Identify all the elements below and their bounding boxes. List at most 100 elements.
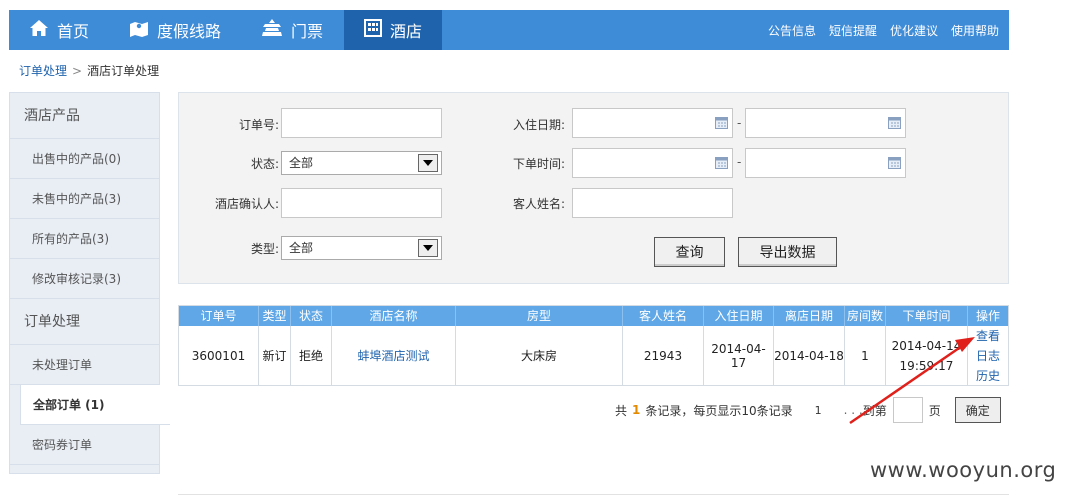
record-count: 1	[632, 403, 641, 417]
column-header: 房型	[456, 306, 623, 326]
calendar-icon[interactable]	[715, 157, 728, 169]
column-header: 订单号	[179, 306, 259, 326]
nav-item-label: 度假线路	[157, 22, 222, 41]
orders-table: 订单号 类型 状态 酒店名称 房型 客人姓名 入住日期 离店日期 房间数 下单时…	[178, 305, 1009, 386]
status-select[interactable]: 全部	[281, 151, 442, 175]
watermark: www.wooyun.org	[870, 458, 1057, 482]
sidebar-item-all-products[interactable]: 所有的产品(3)	[10, 219, 159, 259]
pagination: 共 1 条记录，每页显示10条记录 1 . . . 到第 页 确定	[615, 397, 1001, 423]
status-label: 状态:	[250, 157, 279, 171]
search-panel: 订单号: 状态: 全部 酒店确认人: 类型: 全部 入住日期: - 下单时间: …	[178, 92, 1009, 284]
home-icon	[29, 19, 49, 41]
column-header: 状态	[291, 306, 332, 326]
nav-item-hotel[interactable]: 酒店	[344, 10, 442, 50]
temple-icon	[261, 19, 283, 41]
goto-label: 到第	[862, 403, 887, 418]
column-header: 入住日期	[704, 306, 774, 326]
page-number-link[interactable]: 1	[815, 404, 822, 417]
calendar-icon[interactable]	[888, 157, 901, 169]
checkin-label: 入住日期:	[512, 118, 565, 132]
calendar-icon[interactable]	[888, 117, 901, 129]
checkin-start-input[interactable]	[572, 108, 733, 138]
link-announcements[interactable]: 公告信息	[768, 22, 816, 39]
guest-name-label: 客人姓名:	[512, 197, 565, 211]
column-header: 房间数	[845, 306, 886, 326]
divider	[178, 494, 1009, 495]
sidebar: 酒店产品 出售中的产品(0) 未售中的产品(3) 所有的产品(3) 修改审核记录…	[9, 92, 170, 474]
hotel-icon	[363, 19, 382, 41]
sidebar-section-order-processing: 订单处理	[10, 299, 159, 345]
cell-type: 新订	[259, 326, 291, 385]
guest-name-input[interactable]	[572, 188, 733, 218]
order-time-start-input[interactable]	[572, 148, 733, 178]
date-range-dash: -	[737, 155, 742, 169]
date-range-dash: -	[737, 116, 742, 130]
type-select[interactable]: 全部	[281, 236, 442, 260]
column-header: 离店日期	[774, 306, 845, 326]
order-no-input[interactable]	[281, 108, 442, 138]
top-nav-bar: 首页 度假线路 门票 酒店 公告信息 短信提醒 优化建议 使用帮助	[9, 10, 1009, 50]
sidebar-item-voucher-orders[interactable]: 密码券订单	[10, 425, 159, 465]
page-unit: 页	[928, 403, 941, 418]
link-suggestions[interactable]: 优化建议	[890, 22, 938, 39]
type-label: 类型:	[250, 242, 279, 256]
goto-confirm-button[interactable]: 确定	[954, 397, 1001, 423]
cell-order-no: 3600101	[179, 326, 259, 385]
cell-checkin: 2014-04-17	[704, 326, 774, 385]
cell-rooms: 1	[845, 326, 886, 385]
export-button[interactable]: 导出数据	[738, 237, 837, 267]
column-header: 下单时间	[886, 306, 968, 326]
order-time-date: 2014-04-14	[891, 338, 962, 353]
order-no-label: 订单号:	[238, 118, 279, 132]
link-sms-reminder[interactable]: 短信提醒	[829, 22, 877, 39]
cell-checkout: 2014-04-18	[774, 326, 845, 385]
pager-suffix: 条记录，每页显示10条记录	[645, 403, 793, 418]
chevron-down-icon	[418, 239, 438, 257]
checkin-end-input[interactable]	[745, 108, 906, 138]
pager-prefix: 共	[615, 403, 628, 418]
nav-item-label: 首页	[57, 22, 90, 41]
table-header: 订单号 类型 状态 酒店名称 房型 客人姓名 入住日期 离店日期 房间数 下单时…	[179, 306, 1008, 326]
column-header: 酒店名称	[332, 306, 456, 326]
sidebar-item-audit-records[interactable]: 修改审核记录(3)	[10, 259, 159, 299]
order-time-end-input[interactable]	[745, 148, 906, 178]
top-links: 公告信息 短信提醒 优化建议 使用帮助	[755, 10, 999, 50]
sidebar-item-all-orders[interactable]: 全部订单 (1)	[20, 385, 170, 425]
column-header: 类型	[259, 306, 291, 326]
hotel-name-link[interactable]: 蚌埠酒店测试	[357, 347, 429, 364]
order-time-time: 19:59:17	[899, 358, 954, 373]
sidebar-item-unprocessed-orders[interactable]: 未处理订单	[10, 345, 159, 385]
status-select-value: 全部	[289, 156, 314, 170]
chevron-down-icon	[418, 154, 438, 172]
column-header: 客人姓名	[623, 306, 704, 326]
nav-item-home[interactable]: 首页	[29, 10, 119, 50]
cell-guest-name: 21943	[623, 326, 704, 385]
cell-room-type: 大床房	[456, 326, 623, 385]
nav-item-tickets[interactable]: 门票	[261, 10, 341, 50]
nav-item-vacation-routes[interactable]: 度假线路	[129, 10, 259, 50]
type-select-value: 全部	[289, 241, 314, 255]
history-link[interactable]: 历史	[976, 366, 1000, 386]
confirmer-label: 酒店确认人:	[214, 197, 279, 211]
breadcrumb: 订单处理 > 酒店订单处理	[19, 62, 159, 79]
calendar-icon[interactable]	[715, 117, 728, 129]
confirmer-input[interactable]	[281, 188, 442, 218]
goto-page-input[interactable]	[892, 397, 923, 423]
link-help[interactable]: 使用帮助	[951, 22, 999, 39]
map-icon	[129, 19, 149, 41]
sidebar-section-hotel-products: 酒店产品	[10, 93, 159, 139]
log-link[interactable]: 日志	[976, 346, 1000, 366]
breadcrumb-parent[interactable]: 订单处理	[19, 62, 67, 79]
view-link[interactable]: 查看	[976, 326, 1000, 346]
cell-status: 拒绝	[291, 326, 332, 385]
query-button[interactable]: 查询	[654, 237, 725, 267]
breadcrumb-separator: >	[72, 63, 83, 78]
sidebar-item-on-sale[interactable]: 出售中的产品(0)	[10, 139, 159, 179]
nav-item-label: 酒店	[389, 22, 422, 41]
cell-order-time: 2014-04-14 19:59:17	[886, 326, 968, 385]
column-header: 操作	[975, 309, 1000, 323]
page-ellipsis: . . .	[843, 403, 863, 417]
cell-hotel: 蚌埠酒店测试	[332, 326, 456, 385]
breadcrumb-current: 酒店订单处理	[87, 64, 160, 78]
sidebar-item-not-on-sale[interactable]: 未售中的产品(3)	[10, 179, 159, 219]
